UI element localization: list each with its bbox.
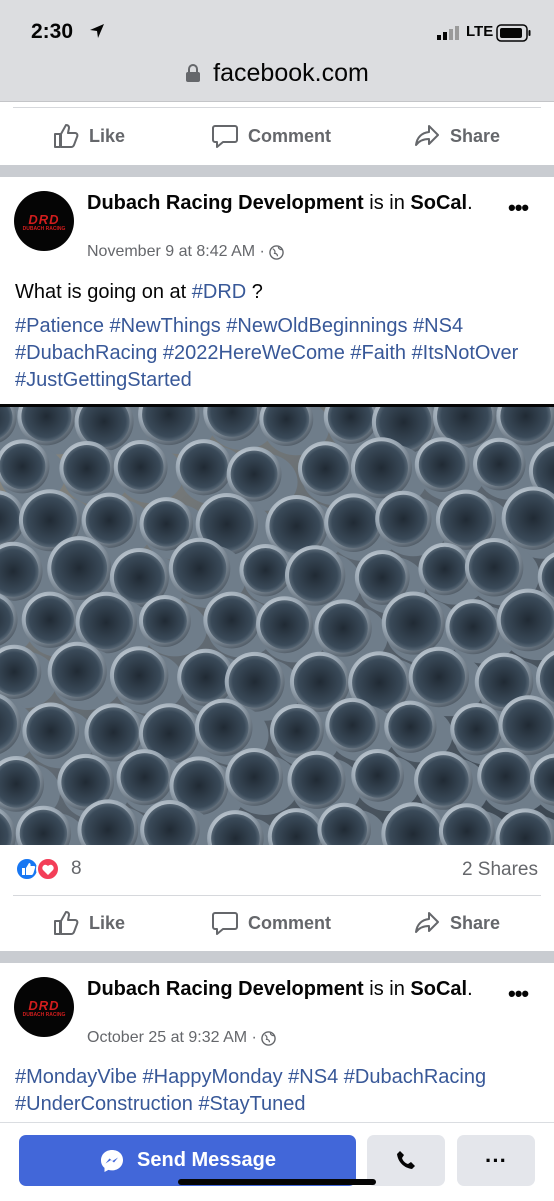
like-button[interactable]: Like xyxy=(52,895,125,951)
hashtag-link[interactable]: #HappyMonday xyxy=(143,1066,283,1088)
exhaust-pipes-image xyxy=(0,407,554,845)
more-options-label: ··· xyxy=(485,1147,507,1173)
comment-label: Comment xyxy=(248,125,332,146)
address-bar[interactable]: facebook.com xyxy=(0,58,554,88)
status-time: 2:30 xyxy=(31,20,74,43)
hashtag-link[interactable]: #NS4 xyxy=(288,1066,338,1088)
comment-icon xyxy=(212,912,238,935)
more-options-button[interactable]: ··· xyxy=(457,1135,535,1186)
action-bar: Like Comment Share xyxy=(0,895,554,951)
browser-top-bar: 2:30 LTE facebook.com xyxy=(0,0,554,102)
phone-icon xyxy=(397,1150,415,1169)
avatar-logo-subtext: DUBACH RACING xyxy=(22,1012,66,1018)
hashtag-link[interactable]: #UnderConstruction xyxy=(15,1093,193,1115)
comment-label: Comment xyxy=(248,912,332,933)
reactions-summary[interactable]: 8 xyxy=(15,857,82,881)
shares-count[interactable]: 2 Shares xyxy=(462,859,538,881)
hashtag-link[interactable]: #NS4 xyxy=(413,315,463,337)
post-meta: November 9 at 8:42 AM · xyxy=(87,243,284,261)
post-text-main: What is going on at xyxy=(15,281,192,303)
more-icon[interactable]: ••• xyxy=(508,981,529,1007)
like-button[interactable]: Like xyxy=(52,108,125,164)
post-timestamp[interactable]: November 9 at 8:42 AM · xyxy=(87,243,265,261)
hashtag-link[interactable]: #DRD xyxy=(192,281,246,303)
hashtag-link[interactable]: #StayTuned xyxy=(198,1093,305,1115)
hashtag-link[interactable]: #ItsNotOver xyxy=(412,342,519,364)
hashtag-link[interactable]: #Patience xyxy=(15,315,104,337)
share-label: Share xyxy=(450,912,501,933)
like-label: Like xyxy=(89,912,126,933)
globe-icon xyxy=(261,1030,276,1046)
like-reaction-icon xyxy=(15,857,60,881)
period: . xyxy=(467,978,473,1000)
is-in-text: is in xyxy=(369,978,405,1000)
hashtag-list: #MondayVibe #HappyMonday #NS4 #DubachRac… xyxy=(15,1064,545,1118)
network-type: LTE xyxy=(466,23,494,40)
page-action-bar: Send Message ··· xyxy=(0,1122,554,1201)
battery-icon xyxy=(496,24,531,42)
reactions-count: 8 xyxy=(71,858,82,879)
post-timestamp[interactable]: October 25 at 9:32 AM · xyxy=(87,1029,257,1047)
location-arrow-icon xyxy=(90,24,104,38)
globe-icon xyxy=(269,244,284,260)
avatar[interactable]: DRD DUBACH RACING xyxy=(14,191,74,251)
comment-button[interactable]: Comment xyxy=(211,108,331,164)
call-button[interactable] xyxy=(367,1135,445,1186)
author-name[interactable]: Dubach Racing Development xyxy=(87,192,364,214)
is-in-text: is in xyxy=(369,192,405,214)
avatar-logo-subtext: DUBACH RACING xyxy=(22,226,66,232)
share-button[interactable]: Share xyxy=(413,108,500,164)
hashtag-link[interactable]: #DubachRacing xyxy=(15,342,157,364)
url-text: facebook.com xyxy=(213,58,369,87)
comment-icon xyxy=(212,125,238,148)
hashtag-link[interactable]: #Faith xyxy=(350,342,406,364)
period: . xyxy=(467,192,473,214)
hashtag-link[interactable]: #2022HereWeCome xyxy=(163,342,345,364)
author-name[interactable]: Dubach Racing Development xyxy=(87,978,364,1000)
location-name[interactable]: SoCal xyxy=(410,192,467,214)
hashtag-link[interactable]: #NewThings xyxy=(110,315,221,337)
post-photo[interactable] xyxy=(0,404,554,845)
home-indicator xyxy=(178,1179,376,1185)
like-icon xyxy=(54,911,79,935)
post-header: Dubach Racing Development is in SoCal. xyxy=(87,191,487,216)
share-icon xyxy=(415,912,439,933)
hashtag-link[interactable]: #MondayVibe xyxy=(15,1066,137,1088)
signal-icon xyxy=(437,26,459,40)
action-bar: Like Comment Share xyxy=(0,108,554,164)
share-label: Share xyxy=(450,125,501,146)
hashtag-link[interactable]: #DubachRacing xyxy=(344,1066,486,1088)
like-label: Like xyxy=(89,125,126,146)
send-message-label: Send Message xyxy=(137,1149,276,1171)
post-card-2: DRD DUBACH RACING Dubach Racing Developm… xyxy=(0,963,554,1122)
share-icon xyxy=(415,125,439,146)
hashtag-link[interactable]: #JustGettingStarted xyxy=(15,369,192,391)
avatar-logo-text: DRD xyxy=(28,998,60,1013)
location-name[interactable]: SoCal xyxy=(410,978,467,1000)
avatar-logo-text: DRD xyxy=(28,212,60,227)
lock-icon xyxy=(186,64,201,83)
more-icon[interactable]: ••• xyxy=(508,195,529,221)
hashtag-link[interactable]: #NewOldBeginnings xyxy=(226,315,407,337)
comment-button[interactable]: Comment xyxy=(211,895,331,951)
post-text-end: ? xyxy=(246,281,263,303)
previous-post-footer: Like Comment Share xyxy=(0,102,554,165)
post-text: What is going on at #DRD ? xyxy=(15,281,263,304)
avatar[interactable]: DRD DUBACH RACING xyxy=(14,977,74,1037)
post-meta: October 25 at 9:32 AM · xyxy=(87,1029,276,1047)
like-icon xyxy=(54,124,79,148)
hashtag-list: #Patience #NewThings #NewOldBeginnings #… xyxy=(15,313,545,394)
post-header: Dubach Racing Development is in SoCal. xyxy=(87,977,487,1002)
share-button[interactable]: Share xyxy=(413,895,500,951)
messenger-icon xyxy=(101,1149,124,1172)
